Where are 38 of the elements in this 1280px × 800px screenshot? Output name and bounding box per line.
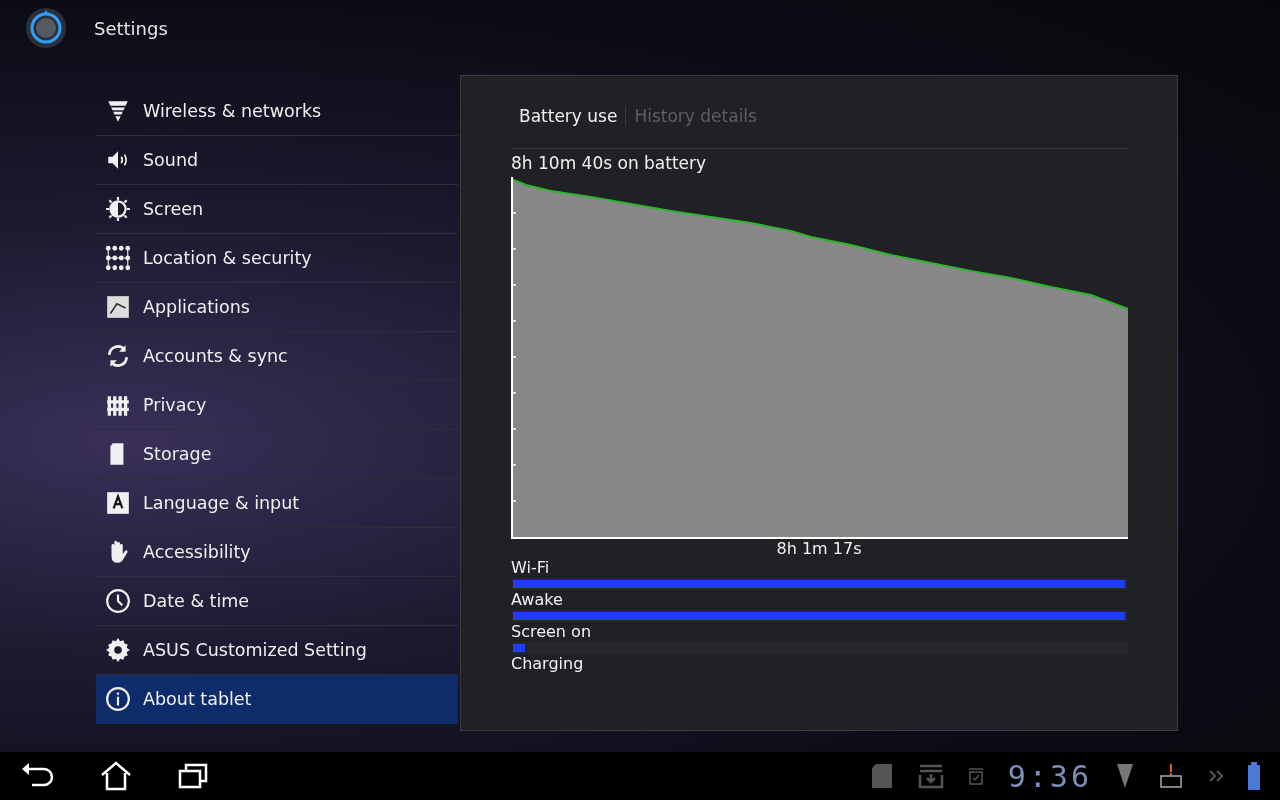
sd-card-icon[interactable] — [869, 763, 894, 789]
chevrons-icon — [1208, 768, 1224, 784]
wireless-icon — [105, 98, 131, 124]
settings-item[interactable]: Applications — [96, 283, 458, 332]
signal-label: Wi-Fi — [511, 558, 551, 578]
apps-icon — [105, 294, 131, 320]
signal-label: Screen on — [511, 622, 593, 642]
settings-item[interactable]: Screen — [96, 185, 458, 234]
settings-icon — [105, 637, 131, 663]
app-logo[interactable] — [25, 7, 67, 49]
settings-item[interactable]: Accounts & sync — [96, 332, 458, 381]
tab[interactable]: Battery use — [511, 106, 626, 126]
clock-icon — [105, 588, 131, 614]
keyboard-letter-icon — [105, 490, 131, 516]
keyboard-alert-icon[interactable] — [1158, 763, 1184, 789]
signal-label: Charging — [511, 654, 585, 674]
settings-item[interactable]: Date & time — [96, 577, 458, 626]
wifi-signal-icon — [1116, 763, 1134, 789]
settings-item[interactable]: Accessibility — [96, 528, 458, 577]
graph-title: 8h 10m 40s on battery — [511, 153, 708, 173]
settings-item[interactable]: About tablet — [96, 675, 458, 724]
battery-icon — [1248, 762, 1260, 790]
settings-item[interactable]: Wireless & networks — [96, 87, 458, 136]
settings-item[interactable]: Privacy — [96, 381, 458, 430]
app-title: Settings — [94, 17, 168, 39]
dot-grid-icon — [105, 245, 131, 271]
brightness-icon — [105, 196, 131, 222]
settings-item[interactable]: Location & security — [96, 234, 458, 283]
clock: 9:36 — [1007, 758, 1092, 794]
graph-caption: 8h 1m 17s — [775, 539, 863, 558]
sync-icon — [105, 343, 131, 369]
settings-item[interactable]: Storage — [96, 430, 458, 479]
settings-item[interactable]: Language & input — [96, 479, 458, 528]
download-icon[interactable] — [917, 763, 944, 789]
signal-label: Awake — [511, 590, 564, 610]
checkbox-icon[interactable] — [967, 767, 984, 785]
settings-item[interactable]: Sound — [96, 136, 458, 185]
info-icon — [105, 686, 131, 712]
